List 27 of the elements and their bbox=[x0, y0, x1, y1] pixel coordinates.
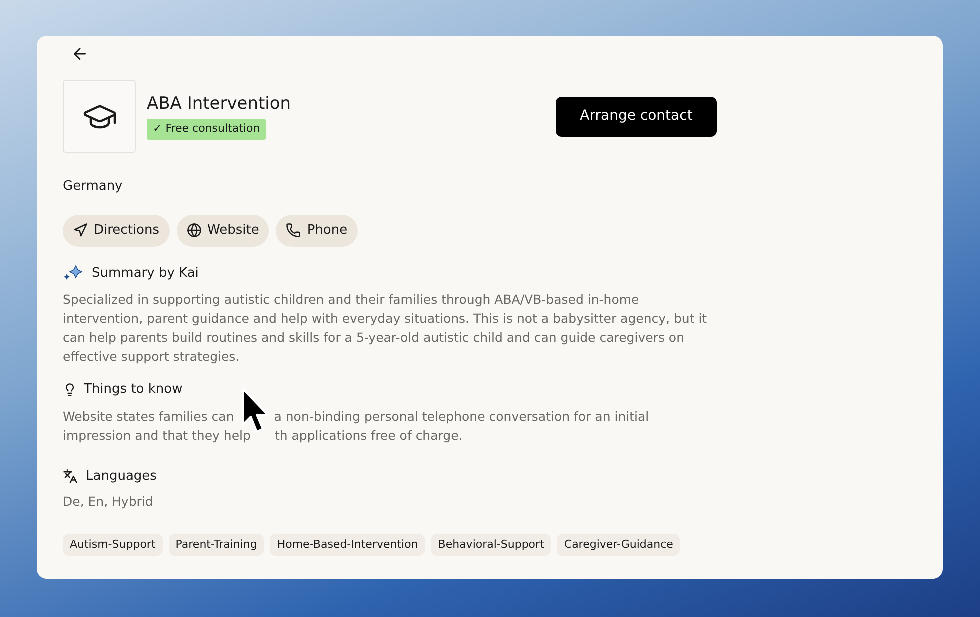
sparkle-icon bbox=[63, 265, 83, 282]
languages-text: De, En, Hybrid bbox=[63, 493, 154, 511]
globe-icon bbox=[186, 223, 202, 238]
action-chip[interactable]: Directions bbox=[63, 214, 170, 246]
navigation-arrow-icon bbox=[73, 223, 88, 238]
arrange-contact-button[interactable]: Arrange contact bbox=[556, 96, 717, 136]
info-text: impression and that they help bbox=[63, 426, 251, 444]
action-chip[interactable]: Phone bbox=[276, 214, 358, 246]
provider-title: ABA Intervention bbox=[147, 93, 292, 116]
summary-paragraph: Specialized in supporting autistic children and their families through ABA/VB-based in-home intervention, parent guidance and help with everyday situations. This is not a babysitter agency, but it can help parents build routines and skills for a 5-year-old autistic child and can guide caregivers on effective support strategies. bbox=[63, 291, 708, 366]
section-heading: Summary by Kai bbox=[92, 264, 199, 282]
section-heading: Things to know bbox=[84, 381, 183, 399]
location-text: Germany bbox=[63, 178, 124, 196]
info-text: th applications free of charge. bbox=[274, 426, 463, 444]
tag: Home-Based-Intervention bbox=[270, 534, 426, 556]
action-chip[interactable]: Website bbox=[176, 214, 270, 246]
section-heading: Languages bbox=[86, 468, 157, 486]
translate-icon bbox=[63, 468, 78, 484]
tag: Parent-Training bbox=[168, 534, 264, 556]
lightbulb-icon bbox=[63, 382, 77, 397]
tag: Caregiver-Guidance bbox=[557, 534, 680, 556]
tag: Autism-Support bbox=[63, 534, 163, 556]
tag: Behavioral-Support bbox=[431, 534, 552, 556]
info-text: a non-binding personal telephone conversation for an initial bbox=[274, 408, 650, 426]
info-text: Website states families can bbox=[63, 408, 234, 426]
consultation-badge: ✓ Free consultation bbox=[147, 119, 266, 140]
phone-icon bbox=[286, 223, 302, 238]
